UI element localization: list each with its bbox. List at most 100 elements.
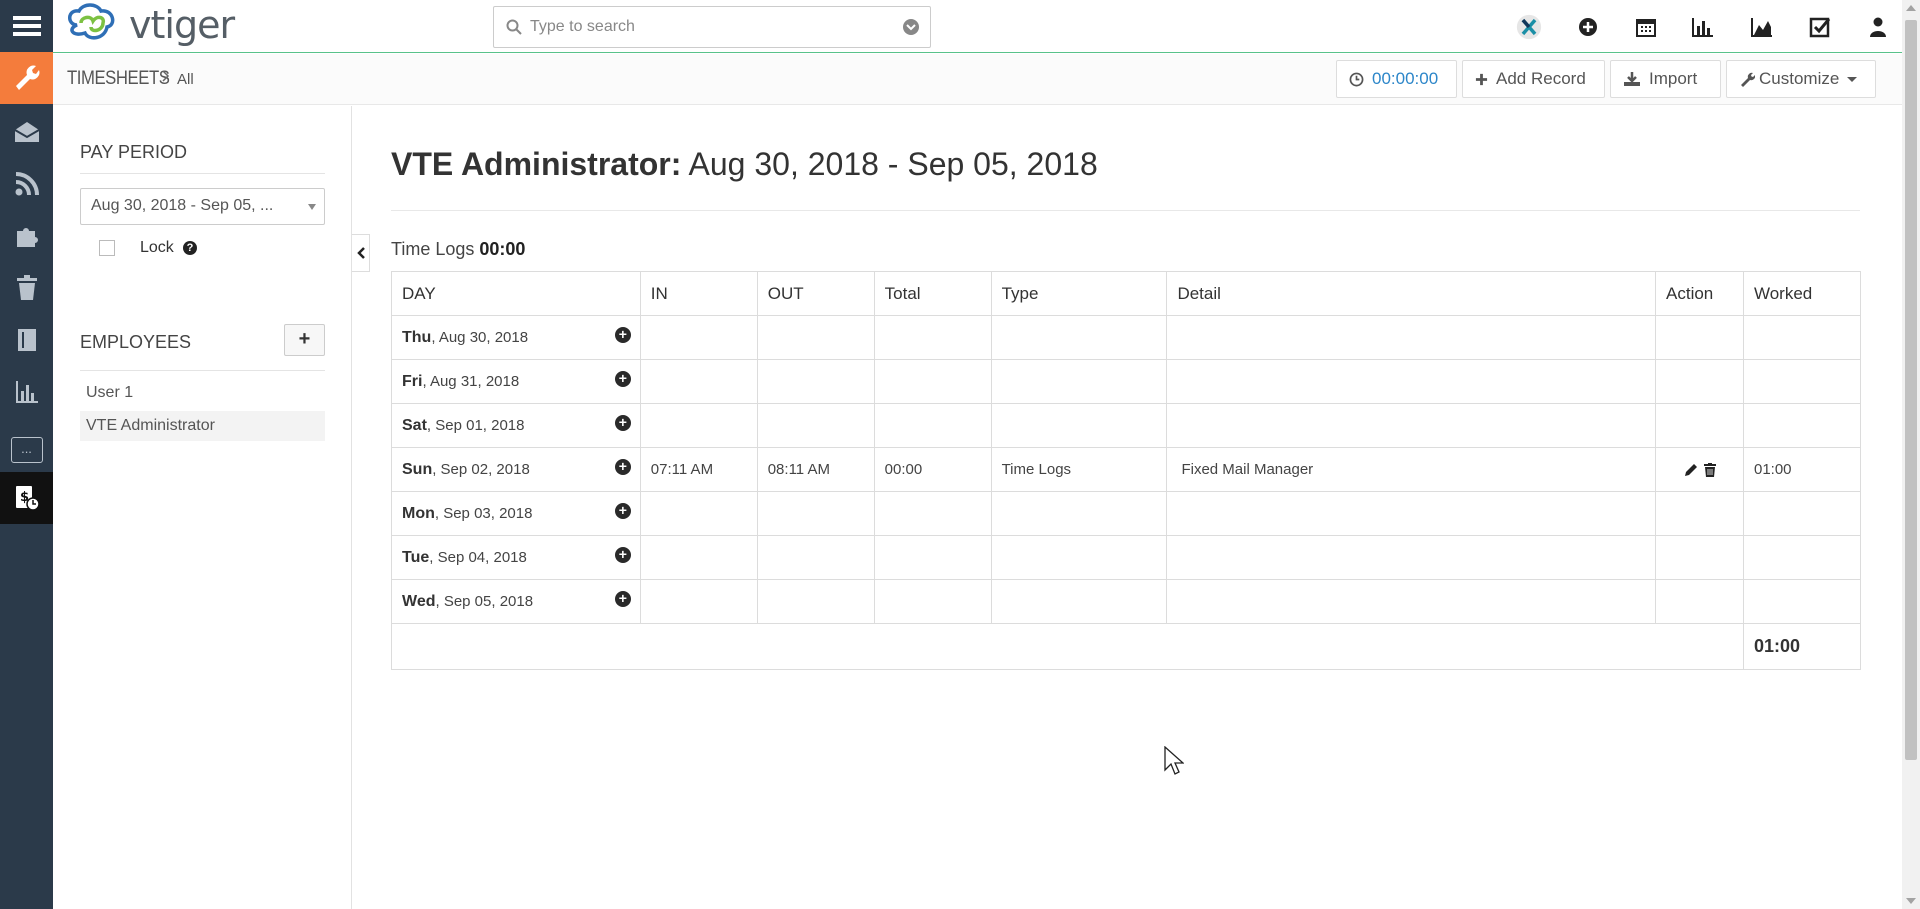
- column-header: Total: [873, 271, 992, 316]
- action-cell: [1655, 447, 1744, 492]
- help-icon[interactable]: ?: [183, 241, 197, 255]
- day-name: Fri: [402, 372, 423, 390]
- table-header-row: DAY IN OUT Total Type Detail Action Work…: [391, 271, 1862, 316]
- total-cell: [873, 315, 992, 360]
- customize-button[interactable]: Customize: [1726, 60, 1876, 98]
- calendar-icon[interactable]: [1633, 14, 1659, 40]
- column-header: Type: [990, 271, 1168, 316]
- import-label: Import: [1649, 69, 1698, 88]
- timesheet-table: DAY IN OUT Total Type Detail Action Work…: [391, 271, 1862, 670]
- book-icon[interactable]: [0, 314, 53, 366]
- menu-icon[interactable]: [0, 0, 53, 52]
- type-cell: [990, 491, 1168, 536]
- add-log-icon[interactable]: +: [614, 371, 631, 387]
- detail-cell: [1166, 491, 1657, 536]
- day-name: Thu: [402, 328, 432, 346]
- table-row: Mon, Sep 03, 2018 +: [391, 491, 1862, 536]
- module-header: TIMESHEETS All 00:00:00 Add Record Impor…: [53, 54, 1902, 105]
- more-label: ...: [10, 437, 43, 463]
- add-log-icon[interactable]: +: [614, 547, 631, 563]
- user-icon[interactable]: [1865, 14, 1891, 40]
- total-cell: [873, 579, 992, 624]
- area-chart-icon[interactable]: [1749, 14, 1775, 40]
- out-cell: [756, 535, 875, 580]
- timer-value: 00:00:00: [1372, 69, 1439, 88]
- out-cell: [756, 359, 875, 404]
- worked-cell: [1742, 359, 1862, 404]
- action-cell: [1655, 359, 1744, 404]
- rss-icon[interactable]: [0, 158, 53, 210]
- task-check-icon[interactable]: [1807, 14, 1833, 40]
- search-input[interactable]: Type to search: [530, 18, 902, 36]
- type-cell: [990, 579, 1168, 624]
- day-name: Wed: [402, 592, 436, 610]
- chevron-down-icon[interactable]: [902, 18, 920, 36]
- edit-icon[interactable]: [1684, 463, 1698, 477]
- type-cell: [990, 359, 1168, 404]
- add-log-icon[interactable]: +: [614, 503, 631, 519]
- out-cell: [756, 403, 875, 448]
- import-button[interactable]: Import: [1610, 60, 1721, 98]
- add-circle-icon[interactable]: [1575, 14, 1601, 40]
- column-header: Worked: [1742, 271, 1862, 316]
- vertical-scrollbar[interactable]: [1902, 0, 1920, 909]
- clock-icon: [1349, 72, 1364, 87]
- add-record-label: Add Record: [1496, 69, 1586, 88]
- add-log-icon[interactable]: +: [614, 459, 631, 475]
- timer-button[interactable]: 00:00:00: [1336, 60, 1457, 98]
- column-header: IN: [639, 271, 758, 316]
- day-cell: Sat, Sep 01, 2018 +: [391, 403, 641, 448]
- vtiger-logo[interactable]: vtiger: [63, 2, 235, 48]
- day-cell: Sun, Sep 02, 2018 +: [391, 447, 641, 492]
- table-row: Wed, Sep 05, 2018 +: [391, 579, 1862, 624]
- in-cell: [639, 315, 758, 360]
- detail-cell: Fixed Mail Manager: [1166, 447, 1657, 492]
- add-employee-button[interactable]: +: [284, 324, 325, 356]
- bar-chart-icon[interactable]: [0, 366, 53, 418]
- timesheet-icon[interactable]: $: [0, 472, 53, 524]
- day-date: , Aug 30, 2018: [431, 328, 529, 346]
- trash-icon[interactable]: [0, 262, 53, 314]
- action-cell: [1655, 491, 1744, 536]
- trash-icon[interactable]: [1703, 463, 1716, 478]
- add-log-icon[interactable]: +: [614, 591, 631, 607]
- worked-cell: 01:00: [1742, 447, 1862, 492]
- total-row: 01:00: [391, 623, 1862, 670]
- global-search[interactable]: Type to search: [493, 6, 931, 48]
- scroll-thumb[interactable]: [1905, 20, 1917, 760]
- column-header: DAY: [391, 271, 641, 316]
- mail-icon[interactable]: [0, 106, 53, 158]
- lock-label: Lock: [140, 239, 174, 256]
- more-icon[interactable]: ...: [0, 424, 53, 476]
- time-logs-summary: Time Logs 00:00: [391, 239, 525, 260]
- wrench-icon: [1739, 71, 1755, 87]
- add-log-icon[interactable]: +: [614, 327, 631, 343]
- day-date: , Aug 31, 2018: [422, 372, 520, 390]
- employee-item[interactable]: VTE Administrator: [80, 411, 325, 441]
- wrench-icon[interactable]: [0, 52, 53, 104]
- column-header: Action: [1655, 271, 1744, 316]
- breadcrumb-view[interactable]: All: [177, 71, 194, 88]
- bar-chart-icon[interactable]: [1690, 14, 1716, 40]
- time-logs-value: 00:00: [479, 239, 526, 259]
- worked-cell: [1742, 535, 1862, 580]
- scroll-down-icon[interactable]: [1906, 898, 1916, 904]
- add-log-icon[interactable]: +: [614, 415, 631, 431]
- lock-checkbox[interactable]: [99, 240, 115, 256]
- collapse-panel-button[interactable]: [352, 234, 370, 272]
- breadcrumb-module[interactable]: TIMESHEETS: [67, 68, 170, 90]
- day-date: , Sep 03, 2018: [434, 504, 533, 522]
- employee-item[interactable]: User 1: [80, 378, 325, 408]
- add-record-button[interactable]: Add Record: [1462, 60, 1605, 98]
- pay-period-value: Aug 30, 2018 - Sep 05, ...: [91, 197, 274, 214]
- column-header: Detail: [1166, 271, 1657, 316]
- day-date: , Sep 02, 2018: [432, 460, 530, 478]
- vte-x-icon[interactable]: [1516, 14, 1542, 40]
- scroll-up-icon[interactable]: [1906, 5, 1916, 11]
- pay-period-select[interactable]: Aug 30, 2018 - Sep 05, ...: [80, 188, 325, 225]
- day-date: , Sep 05, 2018: [435, 592, 534, 610]
- column-header: OUT: [756, 271, 875, 316]
- total-cell: [873, 491, 992, 536]
- table-row: Sun, Sep 02, 2018 +07:11 AM 08:11 AM 00:00 T…: [391, 447, 1862, 492]
- puzzle-icon[interactable]: [0, 210, 53, 262]
